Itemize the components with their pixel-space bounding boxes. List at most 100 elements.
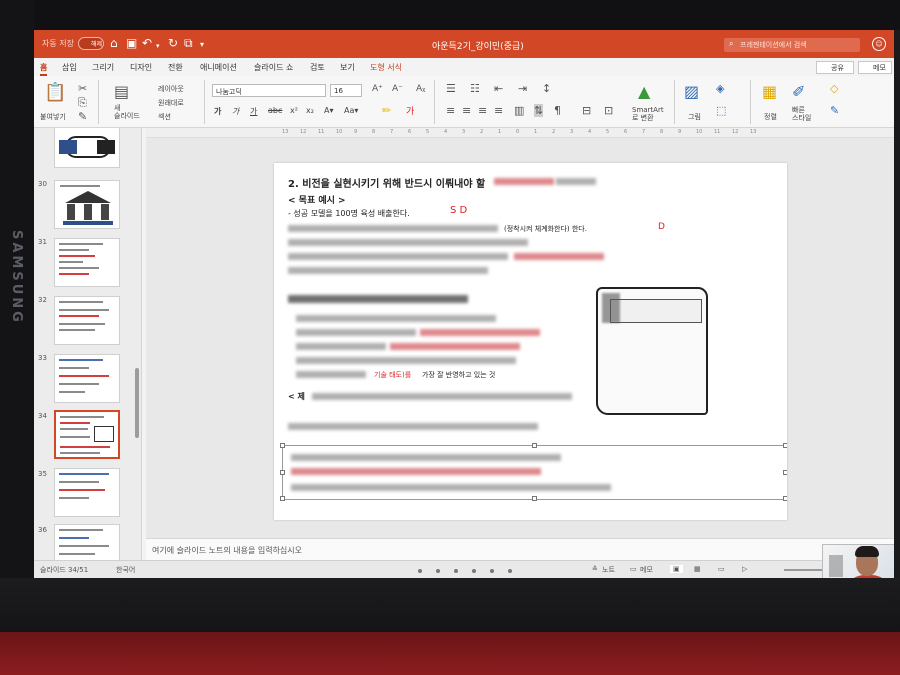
cut-icon[interactable]: ✂ (78, 82, 87, 95)
resize-handle[interactable] (532, 496, 537, 501)
slide-subtitle[interactable]: < 목표 예시 > (288, 193, 346, 206)
new-slide-icon[interactable]: ▤ (114, 82, 129, 101)
notes-toggle-button[interactable]: 노트 (602, 565, 615, 575)
smartart-icon[interactable]: ▲ (638, 82, 650, 101)
underline-icon[interactable]: 가 (250, 106, 257, 117)
align-right-icon[interactable]: ≡ (478, 104, 487, 117)
italic-icon[interactable]: 가 (232, 106, 239, 117)
slide-thumbnail[interactable] (54, 468, 120, 517)
slide-thumbnail[interactable] (54, 128, 120, 168)
quick-styles-icon[interactable]: ✐ (792, 82, 805, 101)
resize-handle[interactable] (532, 443, 537, 448)
clear-format-icon[interactable]: Aᵪ (416, 84, 425, 94)
selected-text-box[interactable] (280, 443, 787, 501)
paragraph-icon[interactable]: ¶ (554, 104, 561, 117)
subscript-icon[interactable]: x₂ (306, 106, 314, 115)
copy-icon[interactable]: ⎘ (78, 96, 87, 110)
reading-view-icon[interactable]: ▭ (718, 565, 725, 573)
comments-toggle-button[interactable]: 메모 (640, 565, 653, 575)
current-slide[interactable]: 2. 비전을 실현시키기 위해 반드시 이뤄내야 할 < 목표 예시 > - 성… (274, 163, 787, 520)
slide-text-fragment[interactable]: (정착시켜 체계화한다) 한다. (504, 224, 587, 234)
slide-text-red[interactable]: 기술 태도)를 (374, 370, 411, 380)
save-icon[interactable]: ▣ (126, 36, 137, 50)
tab-review[interactable]: 검토 (310, 62, 325, 73)
tab-insert[interactable]: 삽입 (62, 62, 77, 73)
undo-icon[interactable]: ↶ (142, 36, 152, 50)
tab-home[interactable]: 홈 (40, 62, 48, 76)
font-color-icon[interactable]: 가 (406, 104, 414, 117)
undo-dropdown-icon[interactable]: ▾ (156, 39, 160, 53)
resize-handle[interactable] (783, 496, 787, 501)
slide-bullet[interactable]: - 성공 모델을 100명 육성 배출한다. (288, 208, 410, 219)
tab-animations[interactable]: 애니메이션 (200, 62, 237, 73)
slide-thumbnail[interactable] (54, 296, 120, 345)
line-spacing-icon[interactable]: ↕ (542, 82, 551, 95)
shape-fill-icon[interactable]: ◇ (830, 82, 838, 95)
home-icon[interactable]: ⌂ (110, 36, 118, 50)
account-icon[interactable]: ☺ (872, 37, 886, 51)
shape-outline-icon[interactable]: ✎ (830, 104, 839, 117)
comments-toggle-icon[interactable]: ▭ (630, 565, 637, 573)
slide-thumbnail-selected[interactable] (54, 410, 120, 459)
slide-thumbnail[interactable] (54, 354, 120, 403)
text-box-icon[interactable]: ⊡ (604, 104, 613, 117)
handdrawn-sketch-image[interactable] (596, 287, 708, 415)
textbox-insert-icon[interactable]: ⬚ (716, 104, 726, 117)
layout-button[interactable]: 레이아웃 (158, 84, 184, 94)
tab-shape-format[interactable]: 도형 서식 (370, 62, 402, 73)
strikethrough-icon[interactable]: abc (268, 106, 282, 115)
picture-icon[interactable]: ▨ (684, 82, 699, 101)
align-text-icon[interactable]: ⊟ (582, 104, 591, 117)
slide-section-heading[interactable]: < 제 (288, 391, 305, 402)
numbering-icon[interactable]: ☷ (470, 82, 480, 95)
decrease-font-icon[interactable]: A⁻ (392, 84, 403, 94)
search-input[interactable]: 프레젠테이션에서 검색 (724, 38, 860, 52)
thumbnails-scrollbar[interactable] (135, 368, 139, 438)
text-effects-icon[interactable]: A▾ (324, 106, 334, 115)
normal-view-icon[interactable]: ▣ (670, 565, 683, 573)
resize-handle[interactable] (280, 496, 285, 501)
font-size-select[interactable]: 16 (330, 84, 362, 97)
redo-icon[interactable]: ↻ (168, 36, 178, 50)
align-left-icon[interactable]: ≡ (446, 104, 455, 117)
reset-button[interactable]: 원래대로 (158, 98, 184, 108)
bullets-icon[interactable]: ☰ (446, 82, 456, 95)
slideshow-icon[interactable]: ⧉ (184, 36, 193, 50)
resize-handle[interactable] (783, 443, 787, 448)
paste-icon[interactable]: 📋 (44, 82, 66, 103)
tab-transitions[interactable]: 전환 (168, 62, 183, 73)
comments-button[interactable]: 메모 (858, 61, 892, 74)
share-button[interactable]: 공유 (816, 61, 854, 74)
increase-font-icon[interactable]: A⁺ (372, 84, 383, 94)
language-indicator[interactable]: 한국어 (116, 565, 135, 575)
customize-toolbar-icon[interactable]: ▾ (200, 38, 204, 52)
format-painter-icon[interactable]: ✎ (78, 110, 87, 123)
tab-draw[interactable]: 그리기 (92, 62, 114, 73)
slide-sorter-icon[interactable]: ▦ (694, 565, 701, 573)
slide-title[interactable]: 2. 비전을 실현시키기 위해 반드시 이뤄내야 할 (288, 175, 485, 190)
outdent-icon[interactable]: ⇥ (518, 82, 527, 95)
slide-thumbnail[interactable] (54, 180, 120, 229)
shapes-icon[interactable]: ◈ (716, 82, 724, 95)
presenter-view-icon[interactable]: ▷ (742, 565, 747, 573)
columns-icon[interactable]: ▥ (514, 104, 524, 117)
slide-text-fragment[interactable]: 가장 잘 반영하고 있는 것 (422, 370, 495, 380)
resize-handle[interactable] (280, 443, 285, 448)
change-case-icon[interactable]: Aa▾ (344, 106, 358, 115)
autosave-toggle[interactable]: 해제 (78, 37, 104, 50)
tab-view[interactable]: 보기 (340, 62, 355, 73)
notes-toggle-icon[interactable]: ≙ (592, 565, 598, 573)
align-center-icon[interactable]: ≡ (462, 104, 471, 117)
resize-handle[interactable] (783, 470, 787, 475)
bold-icon[interactable]: 가 (214, 106, 221, 117)
font-name-select[interactable]: 나눔고딕 (212, 84, 326, 97)
arrange-icon[interactable]: ▦ (762, 82, 777, 101)
section-button[interactable]: 섹션 (158, 112, 171, 122)
tab-slideshow[interactable]: 슬라이드 쇼 (254, 62, 293, 73)
text-direction-icon[interactable]: ⇅ (534, 104, 544, 117)
slide-thumbnail[interactable] (54, 238, 120, 287)
tab-design[interactable]: 디자인 (130, 62, 152, 73)
highlight-icon[interactable]: ✏ (382, 104, 391, 117)
resize-handle[interactable] (280, 470, 285, 475)
superscript-icon[interactable]: x² (290, 106, 298, 115)
